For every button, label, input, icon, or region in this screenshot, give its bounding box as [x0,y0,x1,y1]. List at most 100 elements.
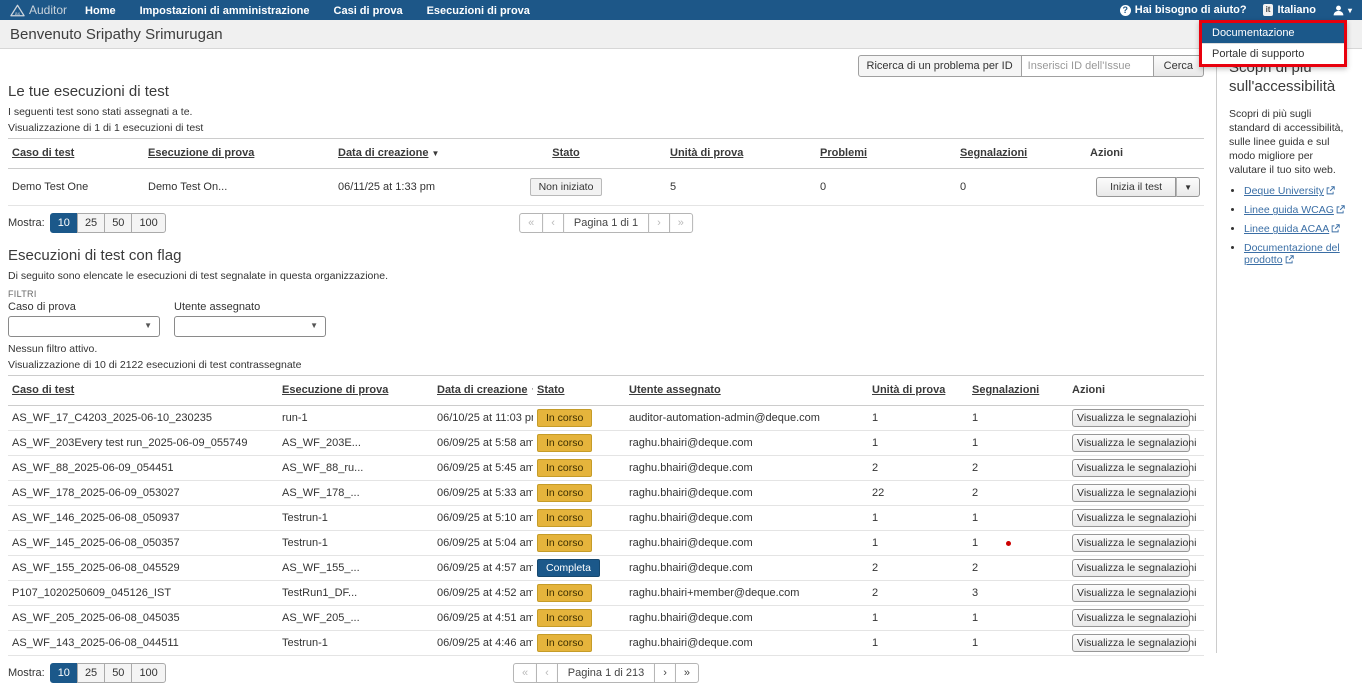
language-selector[interactable]: it Italiano [1263,4,1316,16]
sort-segnalazioni[interactable]: Segnalazioni [972,384,1039,396]
cell-test-case: P107_1020250609_045126_IST [8,581,278,606]
cell-test-units: 22 [868,481,968,506]
cell-flags: 0 [956,169,1086,206]
page-size-100-button[interactable]: 100 [131,213,165,233]
cell-test-units: 2 [868,581,968,606]
view-flags-button[interactable]: Visualizza le segnalazioni [1072,634,1190,652]
status-badge: In corso [537,509,592,527]
sort-data-di-creazione[interactable]: Data di creazione [338,147,428,159]
cell-assigned-user: raghu.bhairi@deque.com [625,531,868,556]
language-flag-icon: it [1263,4,1274,16]
table-row: AS_WF_145_2025-06-08_050357Testrun-106/0… [8,531,1204,556]
cell-flags: 1 [968,531,1068,556]
page-size-50-button[interactable]: 50 [104,663,132,683]
sort-esecuzione-di-prova[interactable]: Esecuzione di prova [282,384,388,396]
nav-item-impostazioni-di-amministrazione[interactable]: Impostazioni di amministrazione [140,5,310,17]
cell-created: 06/09/25 at 5:04 am [433,531,533,556]
table-row: AS_WF_17_C4203_2025-06-10_230235run-106/… [8,406,1204,431]
nav-item-home[interactable]: Home [85,5,116,17]
sort-unit-di-prova[interactable]: Unità di prova [872,384,945,396]
sort-segnalazioni[interactable]: Segnalazioni [960,147,1027,159]
start-test-dropdown-button[interactable]: ▼ [1176,177,1200,197]
cell-assigned-user: raghu.bhairi@deque.com [625,506,868,531]
app-logo[interactable]: ax Auditor [10,3,67,17]
cell-flags: 3 [968,581,1068,606]
cell-status: Completa [533,556,625,581]
user-menu[interactable]: ▾ [1332,4,1352,17]
cell-test-run: AS_WF_203E... [278,431,433,456]
language-label: Italiano [1277,4,1316,16]
sort-caso-di-test[interactable]: Caso di test [12,384,74,396]
cell-created: 06/09/25 at 5:45 am [433,456,533,481]
menu-item-portale-di-supporto[interactable]: Portale di supporto [1202,43,1344,64]
issue-id-input[interactable] [1022,55,1154,77]
external-link-icon [1285,255,1294,267]
filter-select-caso-di-prova[interactable]: ▼ [8,316,160,337]
sort-data-di-creazione[interactable]: Data di creazione [437,384,527,396]
view-flags-button[interactable]: Visualizza le segnalazioni [1072,459,1190,477]
col-header-data-di-creazione: Data di creazione▼ [433,376,533,406]
page-size-25-button[interactable]: 25 [77,213,105,233]
issue-search: Ricerca di un problema per ID Cerca [8,55,1204,77]
cell-created: 06/10/25 at 11:03 pm [433,406,533,431]
page-size-10-button[interactable]: 10 [50,213,78,233]
sidebar-link-linee-guida-wcag[interactable]: Linee guida WCAG [1244,204,1334,216]
start-test-button[interactable]: Inizia il test [1096,177,1176,197]
external-link-icon [1336,205,1345,217]
nav-item-casi-di-prova[interactable]: Casi di prova [334,5,403,17]
view-flags-button[interactable]: Visualizza le segnalazioni [1072,434,1190,452]
sidebar-link-deque-university[interactable]: Deque University [1244,185,1324,197]
pagination: «‹Pagina 1 di 1›» [519,213,693,233]
last-page-button[interactable]: » [675,663,699,683]
help-link[interactable]: ? Hai bisogno di aiuto? [1120,4,1247,16]
table-row: AS_WF_155_2025-06-08_045529AS_WF_155_...… [8,556,1204,581]
col-header-segnalazioni: Segnalazioni [968,376,1068,406]
view-flags-button[interactable]: Visualizza le segnalazioni [1072,484,1190,502]
flagged-thead: Caso di test Esecuzione di prova Data di c… [8,376,1204,406]
page-size-50-button[interactable]: 50 [104,213,132,233]
cell-test-units: 1 [868,431,968,456]
sort-unit-di-prova[interactable]: Unità di prova [670,147,743,159]
view-flags-button[interactable]: Visualizza le segnalazioni [1072,559,1190,577]
cell-status: In corso [533,531,625,556]
cell-created: 06/09/25 at 5:58 am [433,431,533,456]
page-size-25-button[interactable]: 25 [77,663,105,683]
cell-assigned-user: raghu.bhairi@deque.com [625,606,868,631]
sort-problemi[interactable]: Problemi [820,147,867,159]
next-page-button[interactable]: › [654,663,676,683]
cell-created: 06/09/25 at 4:57 am [433,556,533,581]
sidebar-link-linee-guida-acaa[interactable]: Linee guida ACAA [1244,223,1329,235]
nav-item-esecuzioni-di-prova[interactable]: Esecuzioni di prova [427,5,530,17]
annotation-red-dot [1006,541,1011,546]
page-size-label: Mostra: [8,667,45,679]
search-button[interactable]: Cerca [1154,55,1204,77]
menu-item-documentazione[interactable]: Documentazione [1202,23,1344,43]
view-flags-button[interactable]: Visualizza le segnalazioni [1072,609,1190,627]
page-size-10-button[interactable]: 10 [50,663,78,683]
cell-status: In corso [533,456,625,481]
col-header-segnalazioni: Segnalazioni [956,139,1086,169]
last-page-button: » [669,213,693,233]
brand-name: Auditor [29,3,67,17]
sort-stato[interactable]: Stato [552,147,580,159]
chevron-down-icon: ▼ [310,321,318,330]
cell-flags: 2 [968,556,1068,581]
cell-test-units: 2 [868,556,968,581]
status-badge: In corso [537,634,592,652]
sort-utente-assegnato[interactable]: Utente assegnato [629,384,721,396]
view-flags-button[interactable]: Visualizza le segnalazioni [1072,534,1190,552]
view-flags-button[interactable]: Visualizza le segnalazioni [1072,409,1190,427]
view-flags-button[interactable]: Visualizza le segnalazioni [1072,584,1190,602]
sort-stato[interactable]: Stato [537,384,565,396]
cell-status: In corso [533,406,625,431]
sort-desc-icon: ▼ [530,386,533,395]
user-icon [1332,4,1345,17]
filter-select-utente-assegnato[interactable]: ▼ [174,316,326,337]
sort-caso-di-test[interactable]: Caso di test [12,147,74,159]
view-flags-button[interactable]: Visualizza le segnalazioni [1072,509,1190,527]
page-size-100-button[interactable]: 100 [131,663,165,683]
sort-esecuzione-di-prova[interactable]: Esecuzione di prova [148,147,254,159]
cell-status: In corso [533,431,625,456]
svg-text:ax: ax [15,12,21,17]
cell-test-case: Demo Test One [8,169,144,206]
